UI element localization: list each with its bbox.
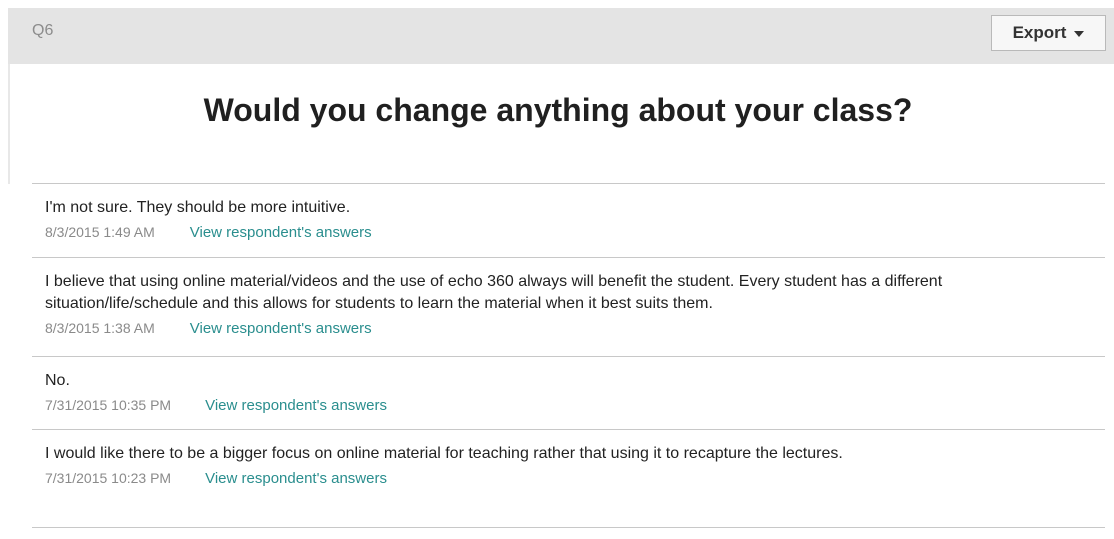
response-text: No. (45, 372, 70, 389)
response-meta: 8/3/2015 1:38 AM View respondent's answe… (45, 320, 1093, 337)
response-meta: 8/3/2015 1:49 AM View respondent's answe… (45, 224, 1093, 241)
response-item: I would like there to be a bigger focus … (32, 429, 1105, 528)
response-item: No. 7/31/2015 10:35 PM View respondent's… (32, 356, 1105, 429)
view-respondent-answers-link[interactable]: View respondent's answers (190, 224, 372, 241)
view-respondent-answers-link[interactable]: View respondent's answers (205, 397, 387, 414)
response-item: I'm not sure. They should be more intuit… (32, 183, 1105, 257)
response-meta: 7/31/2015 10:35 PM View respondent's ans… (45, 397, 1093, 414)
response-text: I'm not sure. They should be more intuit… (45, 199, 351, 216)
caret-down-icon (1074, 31, 1085, 37)
panel-left-border (8, 64, 10, 184)
export-button[interactable]: Export (991, 15, 1106, 51)
response-list: I'm not sure. They should be more intuit… (32, 183, 1105, 528)
response-timestamp: 7/31/2015 10:35 PM (45, 397, 172, 413)
export-label: Export (1012, 23, 1067, 42)
response-timestamp: 7/31/2015 10:23 PM (45, 470, 172, 486)
question-header: Q6 Export (8, 8, 1114, 64)
response-text: I believe that using online material/vid… (45, 273, 943, 312)
response-timestamp: 8/3/2015 1:38 AM (45, 320, 155, 336)
view-respondent-answers-link[interactable]: View respondent's answers (190, 320, 372, 337)
response-text: I would like there to be a bigger focus … (45, 445, 843, 462)
response-item: I believe that using online material/vid… (32, 257, 1105, 356)
question-title: Would you change anything about your cla… (203, 92, 913, 128)
response-meta: 7/31/2015 10:23 PM View respondent's ans… (45, 470, 1093, 487)
view-respondent-answers-link[interactable]: View respondent's answers (205, 470, 387, 487)
question-number: Q6 (32, 22, 54, 39)
response-timestamp: 8/3/2015 1:49 AM (45, 224, 155, 240)
